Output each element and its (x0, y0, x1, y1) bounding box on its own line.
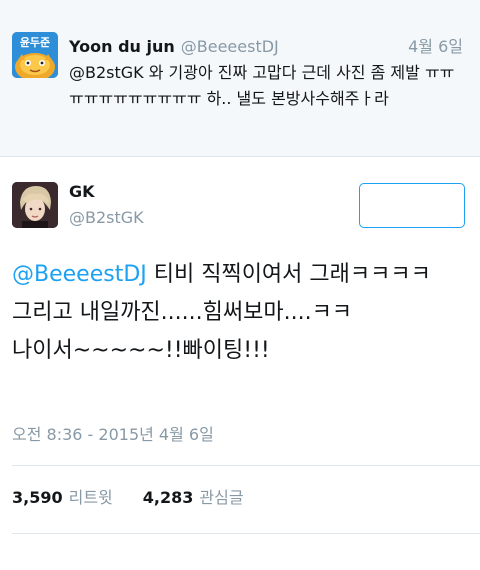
reply-tweet[interactable]: 윤두준 Yoon du jun @BeeeestDJ 4월 6일 @B2stGK … (0, 0, 480, 157)
divider (12, 533, 480, 534)
reply-avatar[interactable]: 윤두준 (12, 32, 58, 78)
author-name[interactable]: GK (69, 181, 95, 203)
reply-header: Yoon du jun @BeeeestDJ 4월 6일 (69, 36, 469, 58)
reply-author-handle[interactable]: @BeeeestDJ (181, 37, 279, 56)
avatar-caption: 윤두준 (19, 36, 51, 49)
author-handle[interactable]: @B2stGK (69, 207, 144, 229)
reply-date: 4월 6일 (408, 37, 463, 56)
profile-photo-icon (12, 182, 58, 228)
tweet-line-2: 그리고 내일까진......힘써보마....ㅋㅋ (12, 300, 353, 325)
tweet-stats: 3,590 리트윗 4,283 관심글 (12, 487, 244, 509)
tweet-timestamp[interactable]: 오전 8:36 - 2015년 4월 6일 (12, 424, 214, 446)
tweet-line-3: 나이서~~~~~!!빠이팅!!! (12, 338, 270, 363)
retweets-count: 3,590 (12, 488, 63, 507)
reply-text: @B2stGK 와 기광아 진짜 고맙다 근데 사진 좀 제발 ㅠㅠㅠㅠㅠㅠㅠㅠ… (69, 63, 455, 108)
mention-link[interactable]: @BeeeestDJ (12, 262, 147, 287)
likes-count: 4,283 (142, 488, 194, 507)
tweet-line-1: @BeeeestDJ 티비 직찍이여서 그래ㅋㅋㅋㅋ (12, 256, 472, 294)
retweets-label: 리트윗 (68, 488, 113, 507)
likes-stat[interactable]: 4,283 관심글 (143, 488, 244, 507)
reply-author-name[interactable]: Yoon du jun (69, 37, 175, 56)
divider (12, 465, 480, 466)
follow-button[interactable] (359, 183, 465, 228)
likes-label: 관심글 (199, 488, 244, 507)
tweet-line-1-rest: 티비 직찍이여서 그래ㅋㅋㅋㅋ (146, 262, 431, 287)
retweets-stat[interactable]: 3,590 리트윗 (12, 488, 113, 507)
author-avatar[interactable] (12, 182, 58, 228)
tweet-text: @BeeeestDJ 티비 직찍이여서 그래ㅋㅋㅋㅋ 그리고 내일까진.....… (12, 256, 472, 370)
